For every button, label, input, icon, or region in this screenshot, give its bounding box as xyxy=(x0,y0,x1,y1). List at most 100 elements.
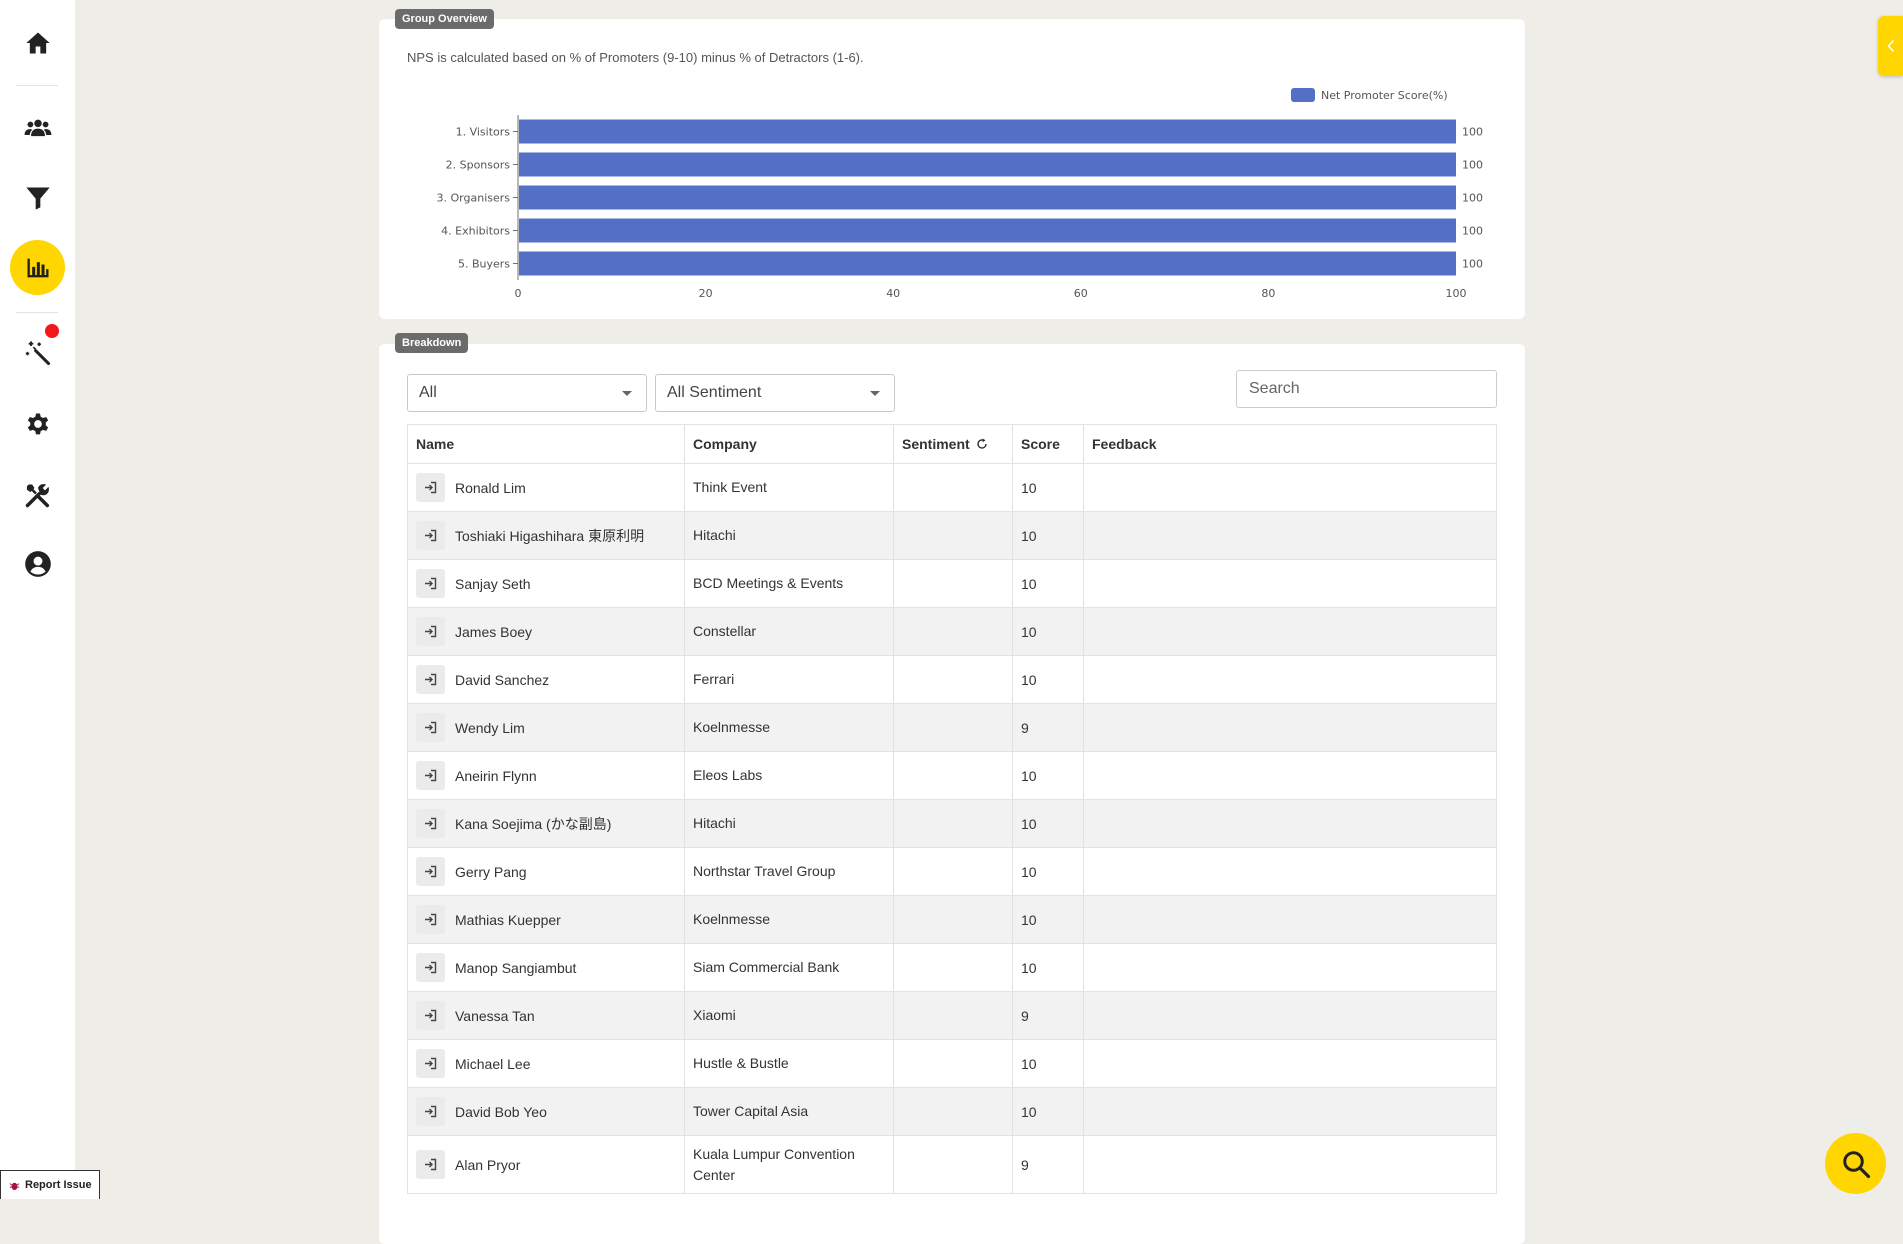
column-header-name[interactable]: Name xyxy=(408,425,685,463)
column-header-feedback[interactable]: Feedback xyxy=(1084,425,1496,463)
attendee-name: Wendy Lim xyxy=(455,719,525,736)
sign-in-icon xyxy=(425,817,437,830)
company-cell: Tower Capital Asia xyxy=(685,1088,894,1135)
column-header-company[interactable]: Company xyxy=(685,425,894,463)
breakdown-table: Name Company Sentiment Score Feedback Ro… xyxy=(407,424,1497,1194)
feedback-cell xyxy=(1084,800,1496,847)
feedback-cell xyxy=(1084,512,1496,559)
open-detail-button[interactable] xyxy=(416,809,445,838)
x-tick-label: 100 xyxy=(1446,287,1467,300)
name-cell: Gerry Pang xyxy=(408,848,685,895)
column-header-score[interactable]: Score xyxy=(1013,425,1084,463)
attendee-name: Mathias Kuepper xyxy=(455,911,561,928)
x-tick-label: 40 xyxy=(886,287,900,300)
table-row: Aneirin Flynn Eleos Labs 10 xyxy=(408,752,1496,800)
attendee-name: Sanjay Seth xyxy=(455,575,531,592)
company-cell: Eleos Labs xyxy=(685,752,894,799)
attendee-name: Manop Sangiambut xyxy=(455,959,577,976)
sentiment-cell xyxy=(894,704,1013,751)
bug-icon xyxy=(9,1182,20,1190)
sentiment-cell xyxy=(894,992,1013,1039)
feedback-cell xyxy=(1084,944,1496,991)
open-detail-button[interactable] xyxy=(416,617,445,646)
bar xyxy=(519,251,1456,276)
group-filter-select[interactable]: All xyxy=(407,374,647,412)
table-row: Mathias Kuepper Koelnmesse 10 xyxy=(408,896,1496,944)
sign-in-icon xyxy=(425,721,437,734)
nav-filter[interactable] xyxy=(10,170,65,225)
sign-in-icon xyxy=(425,961,437,974)
search-icon xyxy=(1842,1150,1870,1178)
table-row: David Bob Yeo Tower Capital Asia 10 xyxy=(408,1088,1496,1136)
nav-profile[interactable] xyxy=(10,536,65,591)
open-detail-button[interactable] xyxy=(416,1001,445,1030)
score-cell: 9 xyxy=(1013,992,1084,1039)
search-input[interactable] xyxy=(1236,370,1497,408)
name-cell: Sanjay Seth xyxy=(408,560,685,607)
open-detail-button[interactable] xyxy=(416,1097,445,1126)
data-label: 100 xyxy=(1462,258,1483,271)
table-row: Toshiaki Higashihara 東原利明 Hitachi 10 xyxy=(408,512,1496,560)
open-detail-button[interactable] xyxy=(416,665,445,694)
bar xyxy=(519,119,1456,144)
name-cell: Manop Sangiambut xyxy=(408,944,685,991)
sign-in-icon xyxy=(425,673,437,686)
breakdown-badge: Breakdown xyxy=(395,333,469,353)
company-cell: BCD Meetings & Events xyxy=(685,560,894,607)
company-cell: Koelnmesse xyxy=(685,704,894,751)
company-cell: Kuala Lumpur Convention Center xyxy=(685,1136,894,1193)
report-issue-button[interactable]: Report Issue xyxy=(0,1170,100,1199)
nav-settings[interactable] xyxy=(10,396,65,451)
table-row: Kana Soejima (かな副島) Hitachi 10 xyxy=(408,800,1496,848)
open-detail-button[interactable] xyxy=(416,761,445,790)
nav-home[interactable] xyxy=(10,15,65,70)
open-detail-button[interactable] xyxy=(416,953,445,982)
name-cell: Kana Soejima (かな副島) xyxy=(408,800,685,847)
feedback-cell xyxy=(1084,848,1496,895)
sign-in-icon xyxy=(425,769,437,782)
open-detail-button[interactable] xyxy=(416,1150,445,1179)
side-panel-toggle[interactable] xyxy=(1878,16,1903,76)
name-cell: Aneirin Flynn xyxy=(408,752,685,799)
open-detail-button[interactable] xyxy=(416,905,445,934)
attendee-name: James Boey xyxy=(455,623,533,640)
sentiment-cell xyxy=(894,752,1013,799)
name-cell: Mathias Kuepper xyxy=(408,896,685,943)
open-detail-button[interactable] xyxy=(416,473,445,502)
filter-icon xyxy=(25,187,50,210)
x-tick-label: 80 xyxy=(1261,287,1275,300)
company-cell: Hitachi xyxy=(685,800,894,847)
column-header-sentiment[interactable]: Sentiment xyxy=(894,425,1013,463)
nav-analytics[interactable] xyxy=(10,240,65,295)
score-cell: 9 xyxy=(1013,704,1084,751)
open-detail-button[interactable] xyxy=(416,569,445,598)
name-cell: Alan Pryor xyxy=(408,1136,685,1193)
open-detail-button[interactable] xyxy=(416,1049,445,1078)
feedback-cell xyxy=(1084,752,1496,799)
name-cell: Michael Lee xyxy=(408,1040,685,1087)
sentiment-filter-select[interactable]: All Sentiment xyxy=(655,374,895,412)
refresh-icon[interactable] xyxy=(976,438,988,450)
score-cell: 10 xyxy=(1013,1088,1084,1135)
company-cell: Xiaomi xyxy=(685,992,894,1039)
sentiment-cell xyxy=(894,944,1013,991)
score-cell: 10 xyxy=(1013,896,1084,943)
gear-icon xyxy=(27,413,48,434)
feedback-cell xyxy=(1084,1136,1496,1193)
attendee-name: Vanessa Tan xyxy=(455,1007,535,1024)
sign-in-icon xyxy=(425,1057,437,1070)
table-row: Ronald Lim Think Event 10 xyxy=(408,464,1496,512)
name-cell: Toshiaki Higashihara 東原利明 xyxy=(408,512,685,559)
company-cell: Koelnmesse xyxy=(685,896,894,943)
table-row: David Sanchez Ferrari 10 xyxy=(408,656,1496,704)
sign-in-icon xyxy=(425,481,437,494)
sign-in-icon xyxy=(425,625,437,638)
open-detail-button[interactable] xyxy=(416,521,445,550)
floating-search-button[interactable] xyxy=(1825,1133,1886,1194)
open-detail-button[interactable] xyxy=(416,713,445,742)
open-detail-button[interactable] xyxy=(416,857,445,886)
feedback-cell xyxy=(1084,1040,1496,1087)
name-cell: David Sanchez xyxy=(408,656,685,703)
nav-users[interactable] xyxy=(10,100,65,155)
nav-tools[interactable] xyxy=(10,467,65,522)
